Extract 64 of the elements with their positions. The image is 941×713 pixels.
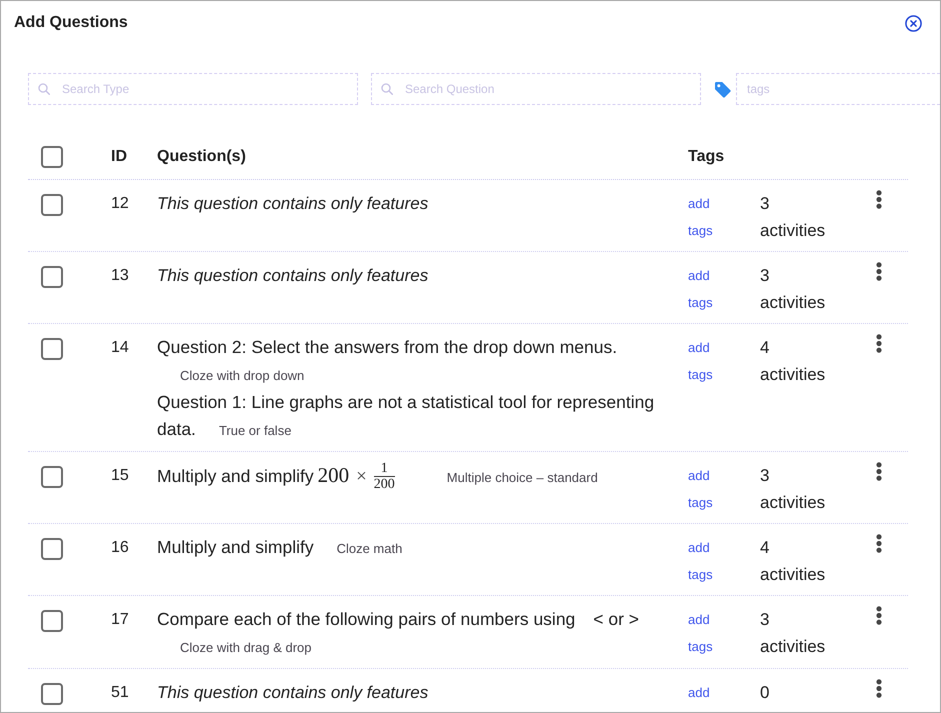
add-tags-link[interactable]: add tags — [688, 462, 722, 516]
question-type-label: Cloze math — [336, 540, 402, 558]
question-id: 12 — [111, 195, 129, 212]
question-type-label: Cloze with drag & drop — [180, 639, 312, 657]
search-icon — [381, 83, 393, 95]
question-type-label: Cloze with drop down — [180, 367, 304, 385]
question-text: Question 2: Select the answers from the drop down menus. — [157, 337, 618, 357]
add-tags-link[interactable]: add tags — [688, 190, 722, 244]
question-id: 15 — [111, 467, 129, 484]
column-header: ID — [111, 148, 127, 165]
kebab-menu-icon[interactable] — [876, 679, 882, 698]
activity-count: 4 activities — [760, 537, 826, 586]
math-text: < or > — [593, 609, 640, 629]
activity-count: 3 activities — [760, 609, 826, 658]
activity-count: 3 activities — [760, 193, 826, 242]
column-header: Question(s) — [157, 148, 246, 165]
search-field[interactable]: Search Type — [28, 73, 358, 105]
kebab-menu-icon[interactable] — [876, 606, 882, 625]
question-text: Compare each of the following pairs of numbers using — [157, 609, 576, 629]
question-id: 16 — [111, 539, 129, 556]
kebab-menu-icon[interactable] — [876, 334, 882, 353]
search-icon — [38, 83, 50, 95]
tag-icon — [714, 80, 731, 98]
add-tags-link[interactable]: add tags — [688, 534, 722, 588]
tag-field[interactable]: tags — [736, 73, 940, 105]
question-text: Question 1: Line graphs are not a statistical tool for representing data. True or false — [157, 391, 656, 441]
add-tags-link[interactable]: add tags — [688, 262, 722, 316]
add-tags-link[interactable]: add tags — [688, 334, 722, 388]
checkbox[interactable] — [41, 338, 63, 360]
question-text: This question contains only features — [157, 194, 428, 213]
kebab-menu-icon[interactable] — [876, 262, 882, 281]
add-tags-link[interactable]: add tags — [688, 606, 722, 660]
question-text: Multiply and simplify — [157, 466, 314, 486]
question-text: This question contains only features — [157, 683, 428, 702]
checkbox[interactable] — [41, 683, 63, 705]
activity-count: 3 activities — [760, 265, 826, 314]
add-tags-link[interactable]: add — [688, 679, 722, 706]
question-id: 51 — [111, 684, 129, 701]
activity-count: 3 activities — [760, 465, 826, 514]
column-header: Tags — [688, 148, 724, 165]
checkbox[interactable] — [41, 466, 63, 488]
question-text: Multiply and simplify — [157, 537, 314, 557]
checkbox[interactable] — [41, 194, 63, 216]
kebab-menu-icon[interactable] — [876, 190, 882, 209]
question-text: This question contains only features — [157, 266, 428, 285]
question-id: 13 — [111, 267, 129, 284]
fraction-numerator: 1 — [374, 460, 395, 477]
kebab-menu-icon[interactable] — [876, 534, 882, 553]
activity-count: 0 — [760, 682, 770, 704]
checkbox[interactable] — [41, 610, 63, 632]
question-type-label: Multiple choice – standard — [446, 469, 598, 487]
close-icon[interactable] — [905, 14, 922, 32]
search-field[interactable]: Search Question — [371, 73, 701, 105]
checkbox[interactable] — [41, 266, 63, 288]
checkbox[interactable] — [41, 538, 63, 560]
fraction-denominator: 200 — [374, 476, 395, 492]
math-number: 200 — [318, 463, 350, 487]
math-operator: × — [356, 466, 367, 487]
kebab-menu-icon[interactable] — [876, 462, 882, 481]
dialog-title: Add Questions — [14, 13, 128, 33]
checkbox[interactable] — [41, 146, 63, 168]
question-id: 17 — [111, 611, 129, 628]
activity-count: 4 activities — [760, 337, 826, 386]
question-id: 14 — [111, 339, 129, 356]
